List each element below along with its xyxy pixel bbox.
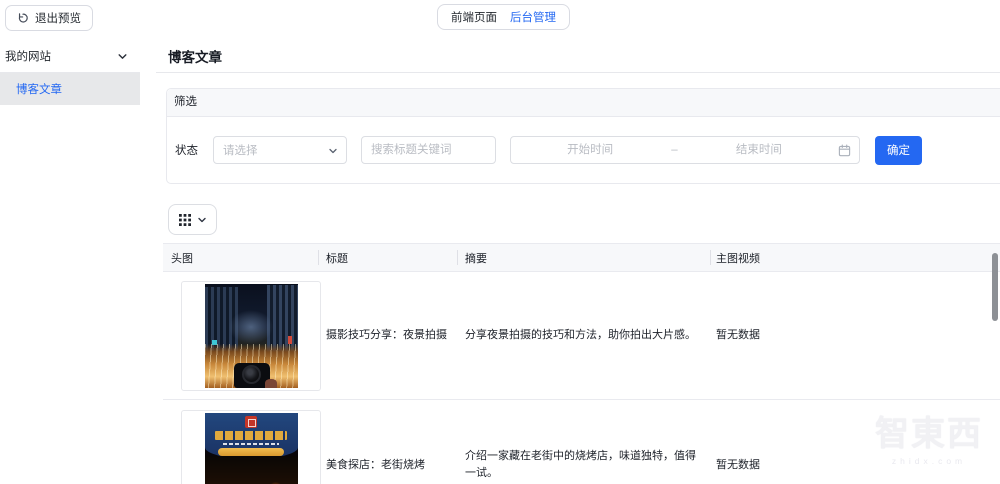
date-range-picker[interactable]: –	[510, 136, 860, 164]
app-window: 退出预览 前端页面 后台管理 我的网站 博客文章 博客文章 筛选 状态 请选择	[0, 0, 1000, 484]
title-divider	[156, 72, 1000, 73]
article-summary: 介绍一家藏在老街中的烧烤店，味道独特，值得一试。	[465, 450, 696, 479]
filter-panel-title: 筛选	[167, 89, 1000, 117]
column-header-summary: 摘要	[457, 244, 710, 271]
undo-icon	[17, 12, 29, 24]
column-header-title: 标题	[318, 244, 457, 271]
vertical-scrollbar-thumb[interactable]	[992, 253, 998, 321]
article-title: 美食探店：老街烧烤	[326, 458, 425, 471]
view-mode-toggle-button[interactable]	[168, 204, 217, 235]
tab-frontend-page[interactable]: 前端页面	[451, 9, 497, 25]
start-date-input[interactable]	[511, 138, 670, 162]
calendar-icon[interactable]	[838, 144, 851, 157]
filter-panel: 筛选 状态 请选择 –	[166, 88, 1000, 184]
status-select-value: 请选择	[223, 145, 258, 157]
end-date-input[interactable]	[679, 138, 838, 162]
sidebar-group-my-website[interactable]: 我的网站	[0, 40, 140, 73]
sidebar-item-blog-articles[interactable]: 博客文章	[0, 73, 140, 105]
article-thumbnail[interactable]	[181, 410, 321, 484]
chevron-down-icon	[117, 51, 128, 62]
keyword-search-input[interactable]	[361, 136, 496, 164]
table-row: 摄影技巧分享：夜景拍摄 分享夜景拍摄的技巧和方法，助你拍出大片感。 暂无数据	[163, 272, 1000, 400]
exit-preview-button[interactable]: 退出预览	[5, 5, 93, 31]
article-video-status: 暂无数据	[716, 329, 760, 341]
chevron-down-icon	[328, 146, 338, 156]
status-field-label: 状态	[175, 145, 198, 157]
column-header-thumbnail: 头图	[171, 252, 193, 265]
page-mode-switcher: 前端页面 后台管理	[437, 4, 570, 30]
article-thumbnail[interactable]	[181, 280, 321, 391]
exit-preview-label: 退出预览	[35, 13, 81, 25]
chevron-down-icon	[197, 215, 207, 225]
date-range-separator: –	[671, 144, 678, 156]
page-title: 博客文章	[168, 50, 222, 65]
sidebar-group-label: 我的网站	[5, 51, 51, 63]
bbq-poster-image	[204, 413, 298, 484]
filter-form: 状态 请选择 –	[167, 117, 1000, 183]
article-title: 摄影技巧分享：夜景拍摄	[326, 329, 447, 341]
table-header: 头图 标题 摘要 主图视频	[163, 243, 1000, 272]
grid-icon	[178, 213, 191, 226]
sidebar-item-label: 博客文章	[16, 84, 62, 96]
articles-table: 头图 标题 摘要 主图视频 摄影技巧分享：夜景拍摄 分享夜景拍摄的技巧和方法，助…	[163, 243, 1000, 484]
article-summary: 分享夜景拍摄的技巧和方法，助你拍出大片感。	[465, 329, 696, 341]
night-city-camera-image	[204, 283, 298, 388]
article-video-status: 暂无数据	[716, 458, 760, 471]
topbar: 退出预览 前端页面 后台管理	[0, 0, 1000, 40]
tab-backend-admin[interactable]: 后台管理	[510, 9, 556, 25]
confirm-button[interactable]: 确定	[875, 135, 922, 165]
column-header-video: 主图视频	[710, 244, 1000, 271]
status-select[interactable]: 请选择	[213, 136, 347, 164]
sidebar: 我的网站 博客文章	[0, 40, 140, 484]
table-row: 美食探店：老街烧烤 介绍一家藏在老街中的烧烤店，味道独特，值得一试。 暂无数据	[163, 400, 1000, 484]
